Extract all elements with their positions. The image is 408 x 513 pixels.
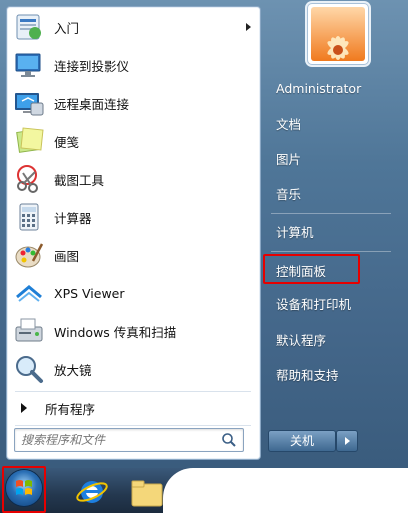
fax-scan-icon	[13, 315, 45, 347]
menu-item-label: 截图工具	[54, 172, 105, 188]
menu-item-magnifier[interactable]: 放大镜	[13, 351, 253, 387]
shutdown-button[interactable]: 关机	[268, 430, 336, 452]
search-box[interactable]	[14, 428, 244, 452]
start-menu: 入门 连接到投影仪 远程桌面连接 便笺 截图工具 计算器 画图 XPS View…	[0, 0, 408, 468]
menu-item-paint[interactable]: 画图	[13, 237, 253, 273]
divider	[15, 391, 251, 392]
calculator-icon	[13, 201, 45, 233]
divider	[271, 251, 391, 252]
submenu-arrow-icon	[246, 23, 251, 31]
highlight-box	[263, 254, 360, 284]
menu-item-label: 便笺	[54, 134, 80, 150]
right-item-label: 帮助和支持	[276, 367, 339, 383]
menu-item-xps-viewer[interactable]: XPS Viewer	[13, 275, 253, 311]
divider	[271, 213, 391, 214]
menu-item-label: 连接到投影仪	[54, 58, 130, 74]
expand-arrow-icon	[21, 403, 27, 413]
right-item-administrator[interactable]: Administrator	[265, 74, 395, 102]
menu-item-label: 放大镜	[54, 362, 92, 378]
right-item-pictures[interactable]: 图片	[265, 144, 395, 172]
right-item-help-support[interactable]: 帮助和支持	[265, 360, 395, 388]
search-icon[interactable]	[221, 432, 237, 448]
shutdown-options-button[interactable]	[336, 430, 358, 452]
remote-desktop-icon	[13, 87, 45, 119]
menu-item-label: Windows 传真和扫描	[54, 324, 177, 340]
xps-viewer-icon	[13, 277, 45, 309]
programs-pane: 入门 连接到投影仪 远程桌面连接 便笺 截图工具 计算器 画图 XPS View…	[6, 6, 261, 460]
right-item-label: 文档	[276, 116, 302, 132]
magnifier-icon	[13, 353, 45, 385]
menu-item-fax-scan[interactable]: Windows 传真和扫描	[13, 313, 253, 349]
menu-item-sticky-notes[interactable]: 便笺	[13, 123, 253, 159]
right-item-music[interactable]: 音乐	[265, 179, 395, 207]
menu-item-label: XPS Viewer	[54, 285, 125, 301]
right-item-label: 计算机	[276, 224, 314, 240]
menu-item-remote-desktop[interactable]: 远程桌面连接	[13, 85, 253, 121]
right-item-label: 设备和打印机	[276, 296, 352, 312]
right-item-label: 音乐	[276, 186, 302, 202]
highlight-box	[2, 466, 46, 513]
all-programs-label: 所有程序	[45, 401, 96, 417]
menu-item-label: 计算器	[54, 210, 92, 226]
menu-item-label: 入门	[54, 20, 80, 36]
right-item-documents[interactable]: 文档	[265, 109, 395, 137]
blank-area	[163, 468, 408, 513]
flower-avatar-icon	[311, 7, 365, 61]
menu-item-getting-started[interactable]: 入门	[13, 9, 253, 45]
getting-started-icon	[13, 11, 45, 43]
search-input[interactable]	[15, 430, 211, 450]
menu-item-connect-projector[interactable]: 连接到投影仪	[13, 47, 253, 83]
right-item-devices-printers[interactable]: 设备和打印机	[265, 289, 395, 317]
menu-item-snipping-tool[interactable]: 截图工具	[13, 161, 253, 197]
right-item-default-programs[interactable]: 默认程序	[265, 325, 395, 353]
menu-item-calculator[interactable]: 计算器	[13, 199, 253, 235]
snipping-tool-icon	[13, 163, 45, 195]
menu-item-label: 画图	[54, 248, 80, 264]
divider	[15, 425, 251, 426]
projector-icon	[13, 49, 45, 81]
folder-icon[interactable]	[128, 478, 166, 508]
paint-icon	[13, 239, 45, 271]
all-programs-button[interactable]: 所有程序	[13, 395, 253, 421]
sticky-notes-icon	[13, 125, 45, 157]
right-item-label: Administrator	[276, 80, 362, 96]
menu-item-label: 远程桌面连接	[54, 96, 130, 112]
internet-explorer-icon[interactable]	[74, 473, 110, 509]
user-picture[interactable]	[308, 4, 368, 64]
right-item-label: 图片	[276, 151, 302, 167]
right-item-computer[interactable]: 计算机	[265, 217, 395, 245]
right-item-label: 默认程序	[276, 332, 327, 348]
